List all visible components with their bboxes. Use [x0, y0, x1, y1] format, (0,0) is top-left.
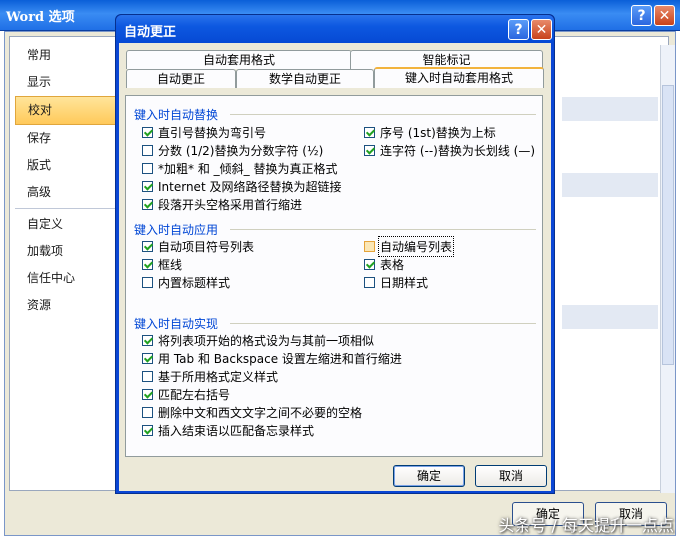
option-date-styles[interactable]: 日期样式 — [364, 274, 428, 291]
word-options-sidebar: 常用 显示 校对 保存 版式 高级 自定义 加载项 信任中心 资源 — [15, 42, 119, 319]
autocorrect-body: 自动套用格式 智能标记 自动更正 数学自动更正 键入时自动套用格式 键入时自动替… — [119, 43, 551, 491]
checkbox[interactable] — [364, 241, 375, 252]
checkbox[interactable] — [142, 145, 153, 156]
background-section-band — [562, 97, 658, 121]
tab-autoformat-as-you-type[interactable]: 键入时自动套用格式 — [374, 67, 544, 88]
watermark: 头条号 / 每天提升一点点 — [498, 516, 674, 535]
sidebar-item-resources[interactable]: 资源 — [15, 292, 119, 319]
sidebar-item-display[interactable]: 显示 — [15, 69, 119, 96]
option-hyphens-dash[interactable]: 连字符 (--)替换为长划线 (—) — [364, 142, 535, 159]
checkbox[interactable] — [364, 259, 375, 270]
option-remove-spaces[interactable]: 删除中文和西文文字之间不必要的空格 — [142, 404, 362, 421]
option-label: 序号 (1st)替换为上标 — [380, 126, 496, 140]
sidebar-item-layout[interactable]: 版式 — [15, 152, 119, 179]
option-bold-italic[interactable]: *加粗* 和 _倾斜_ 替换为真正格式 — [142, 160, 337, 177]
checkbox[interactable] — [142, 163, 153, 174]
scrollbar-thumb[interactable] — [662, 85, 674, 365]
option-label: 用 Tab 和 Backspace 设置左缩进和首行缩进 — [158, 352, 402, 366]
checkbox[interactable] — [142, 241, 153, 252]
sidebar-divider — [15, 208, 119, 209]
option-label: 框线 — [158, 258, 183, 272]
checkbox[interactable] — [364, 145, 375, 156]
group-divider — [230, 114, 536, 115]
option-match-parentheses[interactable]: 匹配左右括号 — [142, 386, 230, 403]
sidebar-item-advanced[interactable]: 高级 — [15, 179, 119, 206]
option-closing-memo[interactable]: 插入结束语以匹配备忘录样式 — [142, 422, 314, 439]
word-options-title: Word 选项 — [6, 10, 75, 25]
checkbox[interactable] — [142, 371, 153, 382]
option-internet-hyperlinks[interactable]: Internet 及网络路径替换为超链接 — [142, 178, 341, 195]
checkbox[interactable] — [142, 277, 153, 288]
option-label: 自动项目符号列表 — [158, 240, 255, 254]
option-tab-backspace[interactable]: 用 Tab 和 Backspace 设置左缩进和首行缩进 — [142, 350, 402, 367]
option-label: 内置标题样式 — [158, 276, 231, 290]
checkbox[interactable] — [142, 199, 153, 210]
background-section-band — [562, 305, 658, 329]
background-section-band — [562, 173, 658, 197]
word-options-help-icon[interactable]: ? — [631, 5, 652, 26]
checkbox[interactable] — [364, 277, 375, 288]
checkbox[interactable] — [142, 335, 153, 346]
checkbox[interactable] — [142, 127, 153, 138]
autocorrect-dialog: 自动更正 ? ✕ 自动套用格式 智能标记 自动更正 数学自动更正 键入时自动套用… — [115, 14, 555, 494]
option-straight-quotes[interactable]: 直引号替换为弯引号 — [142, 124, 266, 141]
option-label: 将列表项开始的格式设为与其前一项相似 — [158, 334, 375, 348]
option-first-line-indent[interactable]: 段落开头空格采用首行缩进 — [142, 196, 302, 213]
sidebar-item-addins[interactable]: 加载项 — [15, 238, 119, 265]
option-label: 基于所用格式定义样式 — [158, 370, 279, 384]
checkbox[interactable] — [364, 127, 375, 138]
option-label: 段落开头空格采用首行缩进 — [158, 198, 303, 212]
group-title-auto: 键入时自动实现 — [134, 317, 219, 331]
option-label: 表格 — [380, 258, 405, 272]
option-tables[interactable]: 表格 — [364, 256, 404, 273]
option-fractions[interactable]: 分数 (1/2)替换为分数字符 (½) — [142, 142, 323, 159]
group-divider — [230, 229, 536, 230]
autocorrect-close-icon[interactable]: ✕ — [531, 19, 552, 40]
option-label: 插入结束语以匹配备忘录样式 — [158, 424, 315, 438]
checkbox[interactable] — [142, 259, 153, 270]
option-label: 分数 (1/2)替换为分数字符 (½) — [158, 144, 324, 158]
tab-autoformat[interactable]: 自动套用格式 — [126, 50, 352, 69]
sidebar-item-general[interactable]: 常用 — [15, 42, 119, 69]
option-ordinals-superscript[interactable]: 序号 (1st)替换为上标 — [364, 124, 496, 141]
sidebar-item-save[interactable]: 保存 — [15, 125, 119, 152]
sidebar-item-proofing[interactable]: 校对 — [15, 96, 119, 125]
autocorrect-help-icon[interactable]: ? — [508, 19, 529, 40]
option-label: 日期样式 — [380, 276, 429, 290]
word-options-scrollbar[interactable] — [660, 45, 675, 493]
autoformat-as-you-type-panel: 键入时自动替换 直引号替换为弯引号 序号 (1st)替换为上标 分数 (1/2)… — [125, 95, 543, 457]
checkbox[interactable] — [142, 389, 153, 400]
option-auto-bullets[interactable]: 自动项目符号列表 — [142, 238, 254, 255]
sidebar-item-customize[interactable]: 自定义 — [15, 211, 119, 238]
option-label: Internet 及网络路径替换为超链接 — [158, 180, 342, 194]
checkbox[interactable] — [142, 407, 153, 418]
tab-autocorrect[interactable]: 自动更正 — [126, 69, 236, 88]
option-list-format[interactable]: 将列表项开始的格式设为与其前一项相似 — [142, 332, 374, 349]
autocorrect-title-bar: 自动更正 ? ✕ — [116, 15, 554, 43]
option-auto-numbering[interactable]: 自动编号列表 — [364, 236, 455, 257]
group-title-replace: 键入时自动替换 — [134, 108, 219, 122]
autocorrect-ok-button[interactable]: 确定 — [393, 465, 465, 487]
tab-math-autocorrect[interactable]: 数学自动更正 — [236, 69, 374, 88]
option-label: 连字符 (--)替换为长划线 (—) — [380, 144, 536, 158]
option-label: 匹配左右括号 — [158, 388, 231, 402]
option-label: 直引号替换为弯引号 — [158, 126, 267, 140]
sidebar-item-trust-center[interactable]: 信任中心 — [15, 265, 119, 292]
checkbox[interactable] — [142, 181, 153, 192]
option-label: 自动编号列表 — [377, 236, 455, 257]
autocorrect-title: 自动更正 — [124, 25, 177, 40]
checkbox[interactable] — [142, 353, 153, 364]
group-divider — [230, 323, 536, 324]
option-label: 删除中文和西文文字之间不必要的空格 — [158, 406, 363, 420]
option-borders[interactable]: 框线 — [142, 256, 182, 273]
option-define-styles[interactable]: 基于所用格式定义样式 — [142, 368, 278, 385]
autocorrect-cancel-button[interactable]: 取消 — [475, 465, 547, 487]
checkbox[interactable] — [142, 425, 153, 436]
word-options-close-icon[interactable]: ✕ — [654, 5, 675, 26]
option-heading-styles[interactable]: 内置标题样式 — [142, 274, 230, 291]
group-title-apply: 键入时自动应用 — [134, 223, 219, 237]
option-label: *加粗* 和 _倾斜_ 替换为真正格式 — [158, 162, 338, 176]
